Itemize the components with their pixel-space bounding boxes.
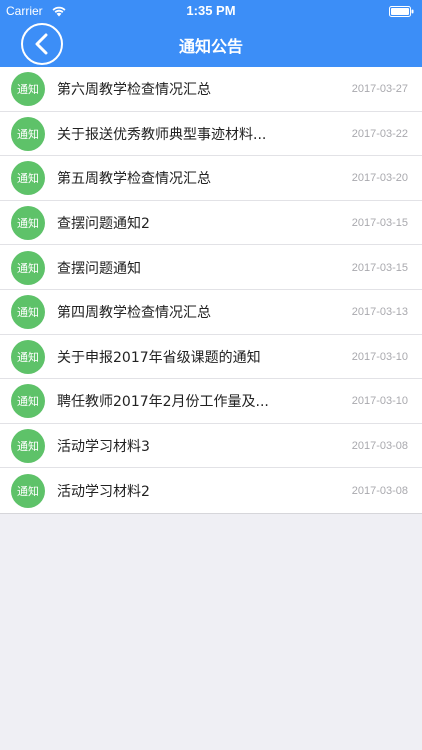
notice-badge: 通知 <box>11 250 45 285</box>
list-item[interactable]: 通知 活动学习材料2 2017-03-08 <box>0 468 422 513</box>
list-item[interactable]: 通知 关于申报2017年省级课题的通知 2017-03-10 <box>0 335 422 380</box>
top-bar: Carrier 1:35 PM 通知公告 <box>0 0 422 67</box>
notice-date: 2017-03-22 <box>351 127 408 140</box>
notice-date: 2017-03-15 <box>351 261 408 274</box>
notice-badge: 通知 <box>11 72 45 107</box>
notice-date: 2017-03-08 <box>351 440 408 453</box>
notice-title: 第五周教学检查情况汇总 <box>57 171 211 188</box>
list-item[interactable]: 通知 活动学习材料3 2017-03-08 <box>0 424 422 469</box>
notice-date: 2017-03-27 <box>351 83 408 96</box>
notice-title: 关于报送优秀教师典型事迹材料... <box>57 126 267 143</box>
notice-title: 第六周教学检查情况汇总 <box>57 82 211 99</box>
notice-date: 2017-03-15 <box>351 217 408 230</box>
notice-title: 活动学习材料3 <box>57 439 150 456</box>
list-item[interactable]: 通知 查摆问题通知 2017-03-15 <box>0 245 422 290</box>
notice-badge: 通知 <box>11 206 45 241</box>
notice-title: 聘任教师2017年2月份工作量及... <box>57 394 269 411</box>
status-bar: Carrier 1:35 PM <box>0 0 422 22</box>
notice-title: 活动学习材料2 <box>57 483 150 500</box>
notice-date: 2017-03-20 <box>351 172 408 185</box>
list-item[interactable]: 通知 第四周教学检查情况汇总 2017-03-13 <box>0 290 422 335</box>
notice-badge: 通知 <box>11 339 45 374</box>
notice-badge: 通知 <box>11 429 45 464</box>
notice-title: 查摆问题通知 <box>57 260 141 277</box>
notice-date: 2017-03-10 <box>351 350 408 363</box>
nav-bar: 通知公告 <box>0 22 422 67</box>
notice-list: 通知 第六周教学检查情况汇总 2017-03-27 通知 关于报送优秀教师典型事… <box>0 67 422 514</box>
notice-badge: 通知 <box>11 161 45 196</box>
notice-title: 关于申报2017年省级课题的通知 <box>57 349 261 366</box>
notice-badge: 通知 <box>11 473 45 508</box>
notice-date: 2017-03-10 <box>351 395 408 408</box>
notice-badge: 通知 <box>11 384 45 419</box>
page-title: 通知公告 <box>178 37 243 56</box>
battery-icon <box>389 6 414 17</box>
notice-title: 第四周教学检查情况汇总 <box>57 305 211 322</box>
notice-title: 查摆问题通知2 <box>57 216 150 233</box>
notice-date: 2017-03-13 <box>351 306 408 319</box>
list-item[interactable]: 通知 第六周教学检查情况汇总 2017-03-27 <box>0 67 422 112</box>
status-time: 1:35 PM <box>186 3 236 18</box>
list-item[interactable]: 通知 关于报送优秀教师典型事迹材料... 2017-03-22 <box>0 112 422 157</box>
notice-badge: 通知 <box>11 116 45 151</box>
list-item[interactable]: 通知 查摆问题通知2 2017-03-15 <box>0 201 422 246</box>
list-item[interactable]: 通知 第五周教学检查情况汇总 2017-03-20 <box>0 156 422 201</box>
list-item[interactable]: 通知 聘任教师2017年2月份工作量及... 2017-03-10 <box>0 379 422 424</box>
notice-date: 2017-03-08 <box>351 484 408 497</box>
notice-badge: 通知 <box>11 295 45 330</box>
